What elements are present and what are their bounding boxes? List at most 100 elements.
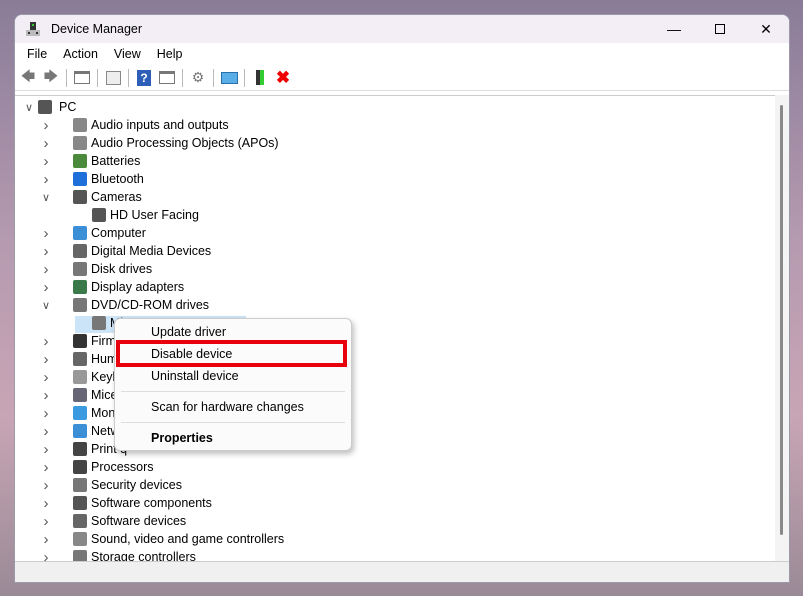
menu-action[interactable]: Action — [55, 47, 106, 61]
chevron-right-icon[interactable]: › — [40, 153, 52, 170]
chevron-right-icon[interactable]: › — [40, 351, 52, 368]
device-category-icon — [73, 406, 87, 420]
chevron-right-icon[interactable]: › — [40, 423, 52, 440]
chevron-right-icon[interactable]: › — [40, 243, 52, 260]
toolbar-divider — [97, 68, 98, 87]
device-category-icon — [73, 226, 87, 240]
tree-item-label: Sound, video and game controllers — [91, 532, 285, 546]
menu-help[interactable]: Help — [149, 47, 191, 61]
toolbar-divider — [244, 68, 245, 87]
scan-hardware-icon — [220, 71, 238, 84]
chevron-right-icon[interactable]: › — [40, 441, 52, 458]
device-category-icon — [73, 532, 87, 546]
highlight-box — [116, 340, 347, 367]
minimize-icon: — — [667, 21, 681, 37]
close-icon: ✕ — [760, 20, 772, 37]
scrollbar-thumb[interactable] — [780, 105, 783, 535]
device-category-icon — [73, 370, 87, 384]
menu-divider — [121, 391, 345, 392]
tree-item-label: DVD/CD-ROM drives — [91, 298, 210, 312]
help-icon: ? — [137, 69, 151, 86]
tree-item-label: Security devices — [91, 478, 183, 492]
chevron-down-icon[interactable]: ∨ — [40, 191, 52, 204]
device-category-icon — [73, 478, 87, 492]
chevron-right-icon[interactable]: › — [40, 333, 52, 350]
forward-icon: 🡆 — [43, 67, 59, 84]
tree-item-label: Audio inputs and outputs — [91, 118, 229, 132]
tree-item-label: Bluetooth — [91, 172, 144, 186]
menu-bar: File Action View Help — [15, 43, 789, 65]
update-driver-icon: ⚙ — [191, 69, 205, 85]
device-category-icon — [73, 154, 87, 168]
menu-item-properties[interactable]: Properties — [151, 431, 213, 445]
minimize-button[interactable]: — — [651, 15, 697, 43]
close-button[interactable]: ✕ — [743, 15, 789, 43]
menu-item-uninstall-device[interactable]: Uninstall device — [151, 369, 239, 383]
device-manager-icon — [26, 22, 40, 36]
chevron-right-icon[interactable]: › — [40, 279, 52, 296]
menu-file[interactable]: File — [19, 47, 55, 61]
chevron-right-icon[interactable]: › — [40, 459, 52, 476]
tree-item-label: Software components — [91, 496, 212, 510]
device-category-icon — [73, 388, 87, 402]
forward-button[interactable]: 🡆 — [41, 68, 61, 88]
enable-device-button[interactable] — [250, 68, 270, 88]
device-category-icon — [73, 280, 87, 294]
properties-button[interactable] — [103, 68, 123, 88]
device-category-icon — [73, 334, 87, 348]
chevron-down-icon[interactable]: ∨ — [40, 299, 52, 312]
window-title: Device Manager — [51, 22, 143, 36]
menu-view[interactable]: View — [106, 47, 149, 61]
action-pane-icon — [159, 71, 175, 84]
console-tree-button[interactable] — [72, 68, 92, 88]
properties-icon — [105, 70, 121, 85]
device-category-icon — [73, 244, 87, 258]
device-category-icon — [73, 190, 87, 204]
chevron-right-icon[interactable]: › — [40, 495, 52, 512]
chevron-right-icon[interactable]: › — [40, 369, 52, 386]
device-category-icon — [73, 352, 87, 366]
enable-device-icon — [256, 70, 264, 85]
menu-item-scan-hardware[interactable]: Scan for hardware changes — [151, 400, 304, 414]
device-category-icon — [73, 136, 87, 150]
menu-item-update-driver[interactable]: Update driver — [151, 325, 226, 339]
update-driver-button[interactable]: ⚙ — [188, 68, 208, 88]
tree-item-label: Cameras — [91, 190, 142, 204]
device-category-icon — [73, 424, 87, 438]
status-bar — [15, 561, 789, 582]
maximize-button[interactable] — [697, 15, 743, 43]
chevron-right-icon[interactable]: › — [40, 135, 52, 152]
title-bar: Device Manager — ✕ — [15, 15, 789, 43]
device-category-icon — [73, 460, 87, 474]
chevron-right-icon[interactable]: › — [40, 117, 52, 134]
device-category-icon — [92, 208, 106, 222]
console-tree-icon — [74, 71, 90, 84]
chevron-right-icon[interactable]: › — [40, 261, 52, 278]
chevron-right-icon[interactable]: › — [40, 225, 52, 242]
chevron-right-icon[interactable]: › — [40, 171, 52, 188]
toolbar-divider — [66, 68, 67, 87]
device-category-icon — [73, 262, 87, 276]
toolbar-divider — [182, 68, 183, 87]
action-pane-button[interactable] — [157, 68, 177, 88]
uninstall-icon: ✖ — [275, 67, 291, 87]
device-category-icon — [73, 172, 87, 186]
chevron-right-icon[interactable]: › — [40, 531, 52, 548]
device-category-icon — [92, 316, 106, 330]
context-menu: Update driver Disable device Uninstall d… — [114, 318, 352, 451]
device-manager-window: Device Manager — ✕ File Action View Help… — [14, 14, 790, 583]
back-button[interactable]: 🡄 — [18, 68, 38, 88]
tree-item-label: HD User Facing — [110, 208, 199, 222]
chevron-down-icon[interactable]: ∨ — [23, 101, 35, 114]
chevron-right-icon[interactable]: › — [40, 405, 52, 422]
vertical-scrollbar[interactable] — [775, 95, 789, 563]
help-button[interactable]: ? — [134, 68, 154, 88]
chevron-right-icon[interactable]: › — [40, 477, 52, 494]
device-category-icon — [73, 496, 87, 510]
toolbar-divider — [128, 68, 129, 87]
chevron-right-icon[interactable]: › — [40, 513, 52, 530]
uninstall-button[interactable]: ✖ — [273, 68, 293, 88]
tree-item-label: Digital Media Devices — [91, 244, 212, 258]
chevron-right-icon[interactable]: › — [40, 387, 52, 404]
scan-hardware-button[interactable] — [219, 68, 239, 88]
